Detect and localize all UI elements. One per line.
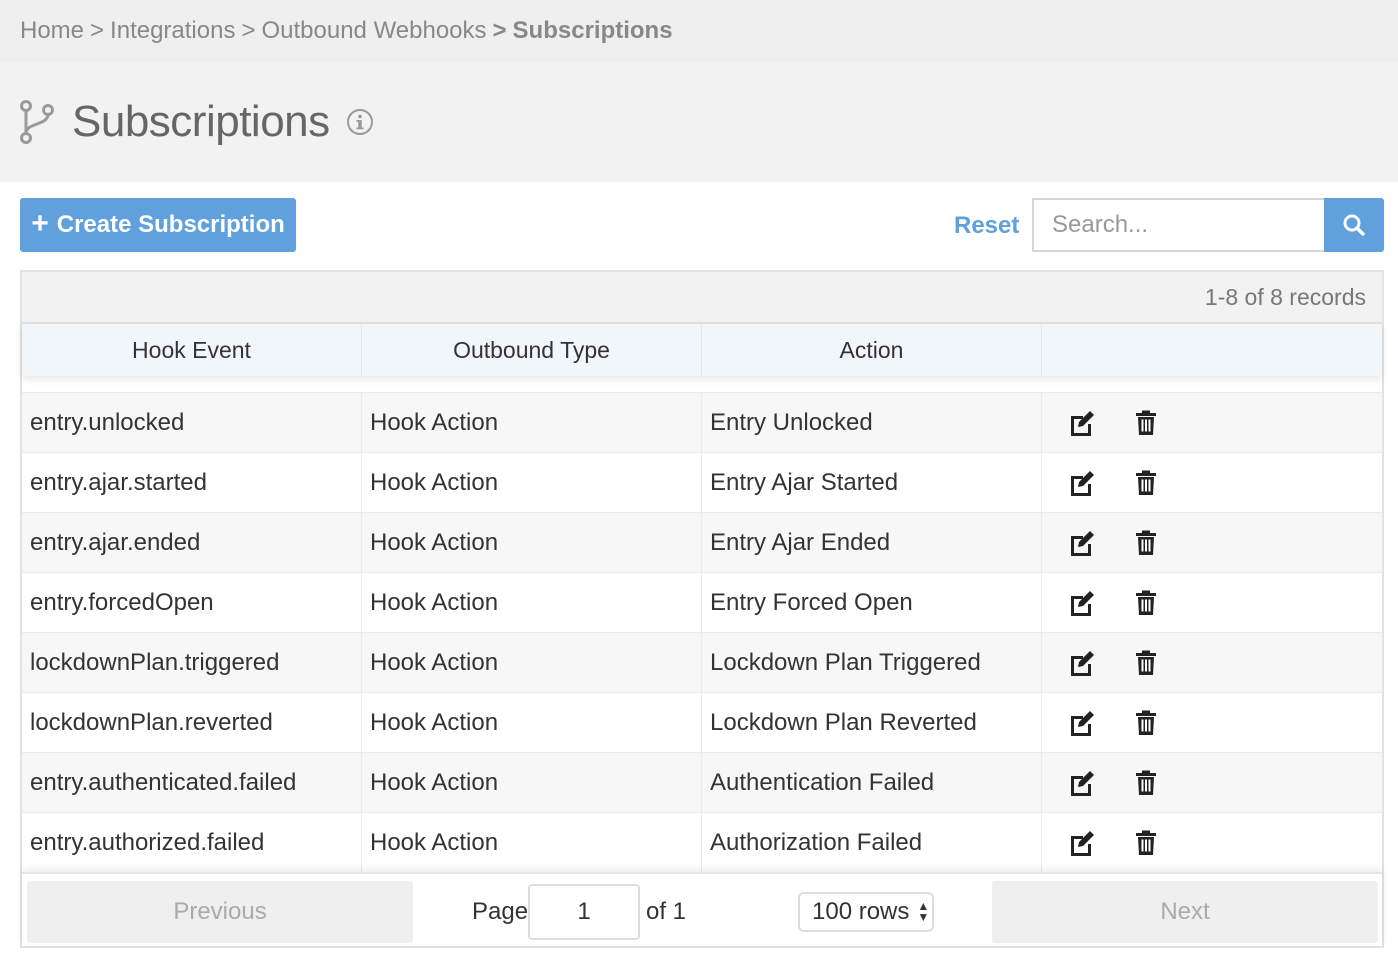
cell-outbound-type: Hook Action (362, 753, 702, 812)
trash-icon[interactable] (1132, 649, 1160, 677)
cell-outbound-type: Hook Action (362, 393, 702, 452)
cell-hook-event: entry.authorized.failed (22, 813, 362, 872)
breadcrumb: Home > Integrations > Outbound Webhooks … (0, 0, 1398, 62)
cell-hook-event: entry.authenticated.failed (22, 753, 362, 812)
cell-row-actions (1042, 393, 1382, 452)
sort-updown-icon: ▲ ▼ (917, 899, 930, 924)
cell-row-actions (1042, 633, 1382, 692)
next-button[interactable]: Next (992, 881, 1378, 943)
table-row: entry.authenticated.failed Hook Action Aut… (22, 752, 1382, 812)
trash-icon[interactable] (1132, 469, 1160, 497)
record-count: 1-8 of 8 records (1204, 283, 1366, 310)
cell-action: Lockdown Plan Triggered (702, 633, 1042, 692)
previous-button[interactable]: Previous (27, 881, 413, 943)
reset-link[interactable]: Reset (954, 212, 1019, 240)
table-row: lockdownPlan.triggered Hook Action Lockdow… (22, 632, 1382, 692)
cell-outbound-type: Hook Action (362, 693, 702, 752)
edit-icon[interactable] (1068, 469, 1096, 497)
breadcrumb-separator: > (241, 17, 256, 44)
breadcrumb-integrations[interactable]: Integrations (110, 17, 235, 45)
cell-hook-event: entry.forcedOpen (22, 573, 362, 632)
cell-row-actions (1042, 453, 1382, 512)
column-header-row-actions (1042, 324, 1382, 376)
rows-per-page-select[interactable]: 100 rows ▲ ▼ (798, 892, 934, 932)
cell-action: Entry Unlocked (702, 393, 1042, 452)
search-button[interactable] (1324, 198, 1384, 252)
column-header-outbound-type[interactable]: Outbound Type (362, 324, 702, 376)
table-row: entry.authorized.failed Hook Action Author… (22, 812, 1382, 872)
rows-per-page-value: 100 rows (812, 898, 910, 925)
cell-hook-event: entry.ajar.ended (22, 513, 362, 572)
create-subscription-button[interactable]: + Create Subscription (20, 198, 296, 252)
cell-outbound-type: Hook Action (362, 513, 702, 572)
cell-hook-event: entry.unlocked (22, 393, 362, 452)
edit-icon[interactable] (1068, 409, 1096, 437)
trash-icon[interactable] (1132, 769, 1160, 797)
breadcrumb-home[interactable]: Home (20, 17, 84, 45)
cell-hook-event: entry.ajar.started (22, 453, 362, 512)
table-row: entry.ajar.started Hook Action Entry Ajar … (22, 452, 1382, 512)
page-title: Subscriptions (72, 97, 330, 146)
breadcrumb-separator: > (492, 17, 507, 44)
edit-icon[interactable] (1068, 709, 1096, 737)
column-header-action[interactable]: Action (702, 324, 1042, 376)
cell-action: Entry Ajar Ended (702, 513, 1042, 572)
table-row: entry.forcedOpen Hook Action Entry Forced … (22, 572, 1382, 632)
cell-action: Lockdown Plan Reverted (702, 693, 1042, 752)
toolbar: + Create Subscription Reset (20, 198, 1384, 252)
edit-icon[interactable] (1068, 589, 1096, 617)
cell-outbound-type: Hook Action (362, 813, 702, 872)
table-row: entry.unlocked Hook Action Entry Unlocked (22, 392, 1382, 452)
plus-icon: + (31, 206, 49, 240)
column-header-hook-event[interactable]: Hook Event (22, 324, 362, 376)
cell-hook-event: lockdownPlan.reverted (22, 693, 362, 752)
cell-action: Entry Forced Open (702, 573, 1042, 632)
create-subscription-label: Create Subscription (56, 211, 285, 238)
search-input[interactable] (1032, 198, 1324, 252)
table-row: lockdownPlan.reverted Hook Action Lockdown… (22, 692, 1382, 752)
table-header: Hook Event Outbound Type Action (22, 324, 1382, 376)
table-body: entry.unlocked Hook Action Entry Unlocked e… (22, 392, 1382, 872)
breadcrumb-outbound-webhooks[interactable]: Outbound Webhooks (261, 17, 486, 45)
records-summary-bar: 1-8 of 8 records (22, 272, 1382, 324)
edit-icon[interactable] (1068, 829, 1096, 857)
cell-outbound-type: Hook Action (362, 633, 702, 692)
table-row: entry.ajar.ended Hook Action Entry Ajar En… (22, 512, 1382, 572)
cell-action: Authorization Failed (702, 813, 1042, 872)
cell-row-actions (1042, 513, 1382, 572)
cell-row-actions (1042, 573, 1382, 632)
edit-icon[interactable] (1068, 529, 1096, 557)
breadcrumb-current: Subscriptions (512, 17, 673, 44)
pagination: Previous Page of 1 100 rows ▲▼ Next (22, 872, 1382, 946)
edit-icon[interactable] (1068, 649, 1096, 677)
edit-icon[interactable] (1068, 769, 1096, 797)
page-total-label: of 1 (646, 898, 687, 925)
trash-icon[interactable] (1132, 409, 1160, 437)
cell-outbound-type: Hook Action (362, 453, 702, 512)
page-label: Page (472, 898, 529, 925)
info-circle-icon[interactable] (346, 108, 374, 136)
cell-row-actions (1042, 753, 1382, 812)
cell-action: Entry Ajar Started (702, 453, 1042, 512)
cell-hook-event: lockdownPlan.triggered (22, 633, 362, 692)
code-branch-icon (20, 100, 54, 144)
cell-outbound-type: Hook Action (362, 573, 702, 632)
page-header: Subscriptions (0, 62, 1398, 182)
trash-icon[interactable] (1132, 589, 1160, 617)
cell-row-actions (1042, 693, 1382, 752)
cell-row-actions (1042, 813, 1382, 872)
cell-action: Authentication Failed (702, 753, 1042, 812)
trash-icon[interactable] (1132, 529, 1160, 557)
magnifier-icon (1343, 214, 1365, 236)
breadcrumb-separator: > (90, 17, 105, 44)
trash-icon[interactable] (1132, 829, 1160, 857)
page-number-input[interactable] (528, 884, 640, 940)
trash-icon[interactable] (1132, 709, 1160, 737)
subscriptions-table: 1-8 of 8 records Hook Event Outbound Typ… (20, 270, 1384, 948)
